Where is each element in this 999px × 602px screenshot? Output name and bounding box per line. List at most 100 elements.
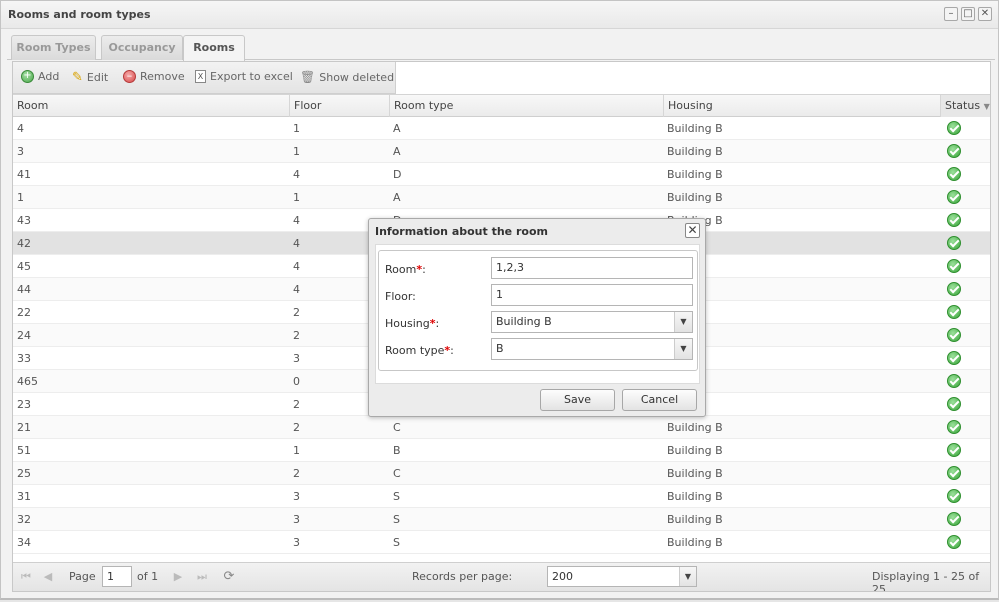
column-header-floor[interactable]: Floor [289, 95, 389, 117]
status-ok-icon [947, 397, 961, 411]
records-per-page-select[interactable]: 200 ▼ [547, 566, 697, 587]
pagination-bar: ⏮ ◀ Page 1 of 1 ▶ ⏭ ⟳ Records per page: … [13, 562, 990, 591]
room-type-select[interactable]: B ▼ [491, 338, 693, 360]
tab-room-types[interactable]: Room Types [11, 35, 96, 60]
table-row[interactable]: 31 3 S Building B [13, 485, 990, 508]
cell-room: 42 [17, 237, 31, 250]
cell-housing: Building B [667, 122, 723, 135]
cell-housing: Building B [667, 467, 723, 480]
cell-housing: Building B [667, 145, 723, 158]
minimize-icon[interactable]: – [944, 7, 958, 21]
column-header-room-type[interactable]: Room type [389, 95, 663, 117]
cancel-button[interactable]: Cancel [622, 389, 697, 411]
cell-room: 4 [17, 122, 24, 135]
cell-room: 32 [17, 513, 31, 526]
close-icon[interactable]: ✕ [978, 7, 992, 21]
cell-type: S [393, 490, 400, 503]
cell-room: 21 [17, 421, 31, 434]
floor-input[interactable]: 1 [491, 284, 693, 306]
cell-floor: 2 [293, 467, 300, 480]
column-header-housing[interactable]: Housing [663, 95, 940, 117]
cell-room: 33 [17, 352, 31, 365]
first-page-icon[interactable]: ⏮ [19, 570, 33, 584]
records-per-page-value: 200 [552, 570, 573, 583]
prev-page-icon[interactable]: ◀ [41, 570, 55, 584]
housing-select[interactable]: Building B ▼ [491, 311, 693, 333]
next-page-icon[interactable]: ▶ [171, 570, 185, 584]
refresh-icon[interactable]: ⟳ [222, 570, 236, 584]
show-deleted-button[interactable]: 🗑 Show deleted [300, 70, 394, 84]
cell-room: 31 [17, 490, 31, 503]
remove-icon: – [123, 70, 136, 83]
cell-housing: Building B [667, 168, 723, 181]
table-row[interactable]: 41 4 D Building B [13, 163, 990, 186]
column-header-status[interactable]: Status ▼ [940, 95, 990, 117]
status-ok-icon [947, 535, 961, 549]
table-row[interactable]: 25 2 C Building B [13, 462, 990, 485]
cell-room: 22 [17, 306, 31, 319]
dialog-close-icon[interactable]: ✕ [685, 223, 700, 238]
status-ok-icon [947, 213, 961, 227]
save-button[interactable]: Save [540, 389, 615, 411]
last-page-icon[interactable]: ⏭ [195, 570, 209, 584]
pencil-icon: ✎ [72, 70, 83, 85]
chevron-down-icon[interactable]: ▼ [679, 567, 696, 586]
status-ok-icon [947, 121, 961, 135]
table-row[interactable]: 21 2 C Building B [13, 416, 990, 439]
maximize-icon[interactable]: □ [961, 7, 975, 21]
tab-occupancy[interactable]: Occupancy [101, 35, 183, 60]
table-row[interactable]: 3 1 A Building B [13, 140, 990, 163]
label-colon: : [435, 317, 440, 330]
cell-room: 43 [17, 214, 31, 227]
cell-room: 25 [17, 467, 31, 480]
cell-floor: 3 [293, 536, 300, 549]
table-row[interactable]: 4 1 A Building B [13, 117, 990, 140]
add-button[interactable]: + Add [21, 70, 59, 83]
chevron-down-icon[interactable]: ▼ [674, 339, 692, 359]
cell-floor: 3 [293, 490, 300, 503]
cell-type: C [393, 467, 401, 480]
table-row[interactable]: 51 1 B Building B [13, 439, 990, 462]
housing-label-text: Housing [385, 317, 430, 330]
room-input[interactable]: 1,2,3 [491, 257, 693, 279]
cell-floor: 2 [293, 421, 300, 434]
status-ok-icon [947, 512, 961, 526]
label-colon: : [450, 344, 454, 357]
housing-field-label: Housing*: [385, 317, 439, 330]
room-type-field-label: Room type*: [385, 344, 454, 357]
cell-housing: Building B [667, 536, 723, 549]
status-ok-icon [947, 236, 961, 250]
cell-room: 51 [17, 444, 31, 457]
trash-icon: 🗑 [300, 70, 316, 84]
cell-room: 23 [17, 398, 31, 411]
table-row[interactable]: 32 3 S Building B [13, 508, 990, 531]
room-label-text: Room [385, 263, 417, 276]
cell-room: 34 [17, 536, 31, 549]
column-header-room[interactable]: Room [13, 95, 289, 117]
tab-rooms[interactable]: Rooms [183, 35, 245, 61]
cell-floor: 1 [293, 444, 300, 457]
page-number-input[interactable]: 1 [102, 566, 132, 587]
status-ok-icon [947, 259, 961, 273]
chevron-down-icon[interactable]: ▼ [674, 312, 692, 332]
page-count-label: of 1 [137, 570, 159, 583]
edit-button[interactable]: ✎ Edit [72, 70, 108, 85]
status-ok-icon [947, 374, 961, 388]
cell-floor: 1 [293, 145, 300, 158]
cell-housing: Building B [667, 191, 723, 204]
cell-floor: 4 [293, 168, 300, 181]
cell-room: 24 [17, 329, 31, 342]
tab-strip: Room Types Occupancy Rooms [7, 29, 995, 61]
table-row[interactable]: 34 3 S Building B [13, 531, 990, 554]
cell-housing: Building B [667, 444, 723, 457]
status-ok-icon [947, 144, 961, 158]
export-excel-button[interactable]: X Export to excel [195, 70, 293, 83]
displaying-status: Displaying 1 - 25 of 25 [872, 570, 980, 592]
remove-button[interactable]: – Remove [123, 70, 185, 83]
table-row[interactable]: 1 1 A Building B [13, 186, 990, 209]
cell-floor: 1 [293, 122, 300, 135]
window-title: Rooms and room types [8, 8, 151, 21]
room-info-dialog: Information about the room ✕ Room*: 1,2,… [368, 218, 706, 417]
edit-label: Edit [86, 71, 109, 84]
room-field-label: Room*: [385, 263, 426, 276]
